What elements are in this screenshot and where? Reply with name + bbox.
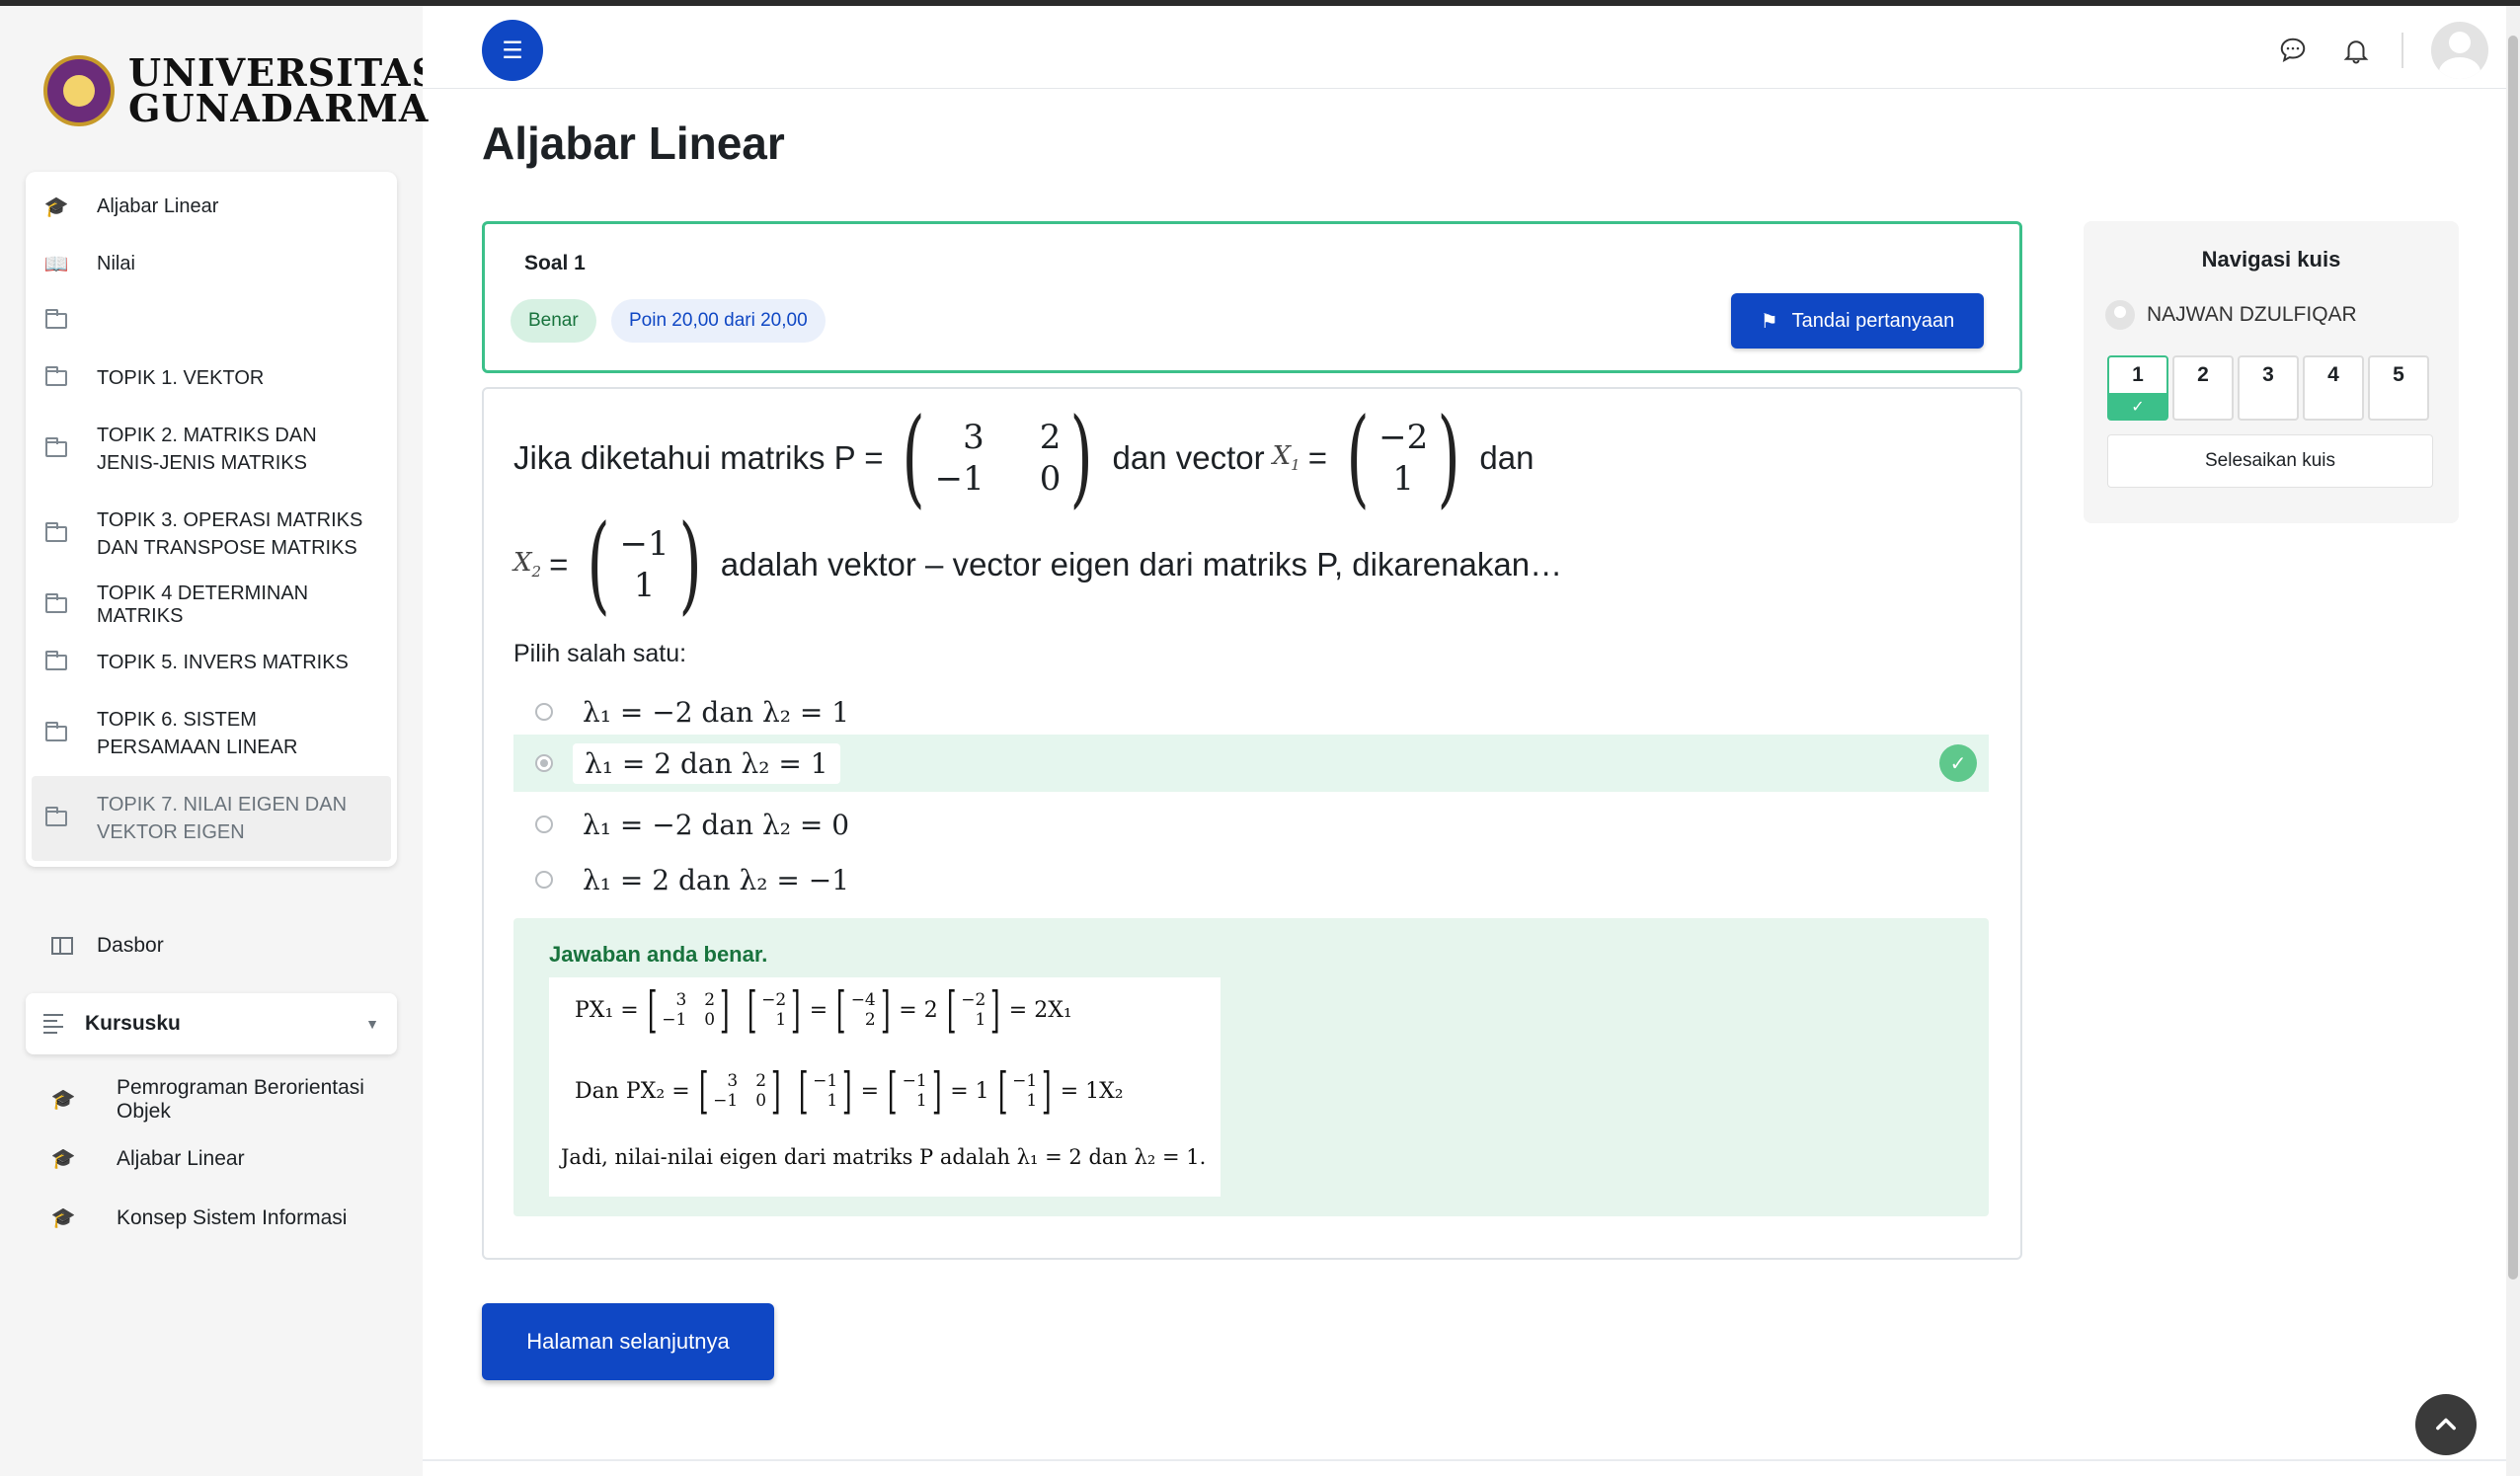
quiz-question-button[interactable]: 2 (2172, 355, 2234, 421)
quiz-user: NAJWAN DZULFIQAR (2105, 300, 2357, 330)
header-divider (2402, 33, 2403, 68)
course-item[interactable]: 🎓 Aljabar Linear (49, 1129, 405, 1189)
kursusku-dropdown[interactable]: Kursusku ▼ (26, 993, 397, 1054)
quiz-question-button[interactable]: 3 (2238, 355, 2299, 421)
nav-item-topik-1[interactable]: TOPIK 1. VEKTOR (26, 350, 397, 407)
menu-collapse-icon: ☰ (502, 37, 523, 64)
nav-item-topik-3[interactable]: TOPIK 3. OPERASI MATRIKS DAN TRANSPOSE M… (26, 492, 397, 577)
course-item[interactable]: 🎓 Pemrograman Berorientasi Objek (49, 1070, 405, 1129)
folder-icon (45, 437, 67, 457)
top-header: ☰ (423, 6, 2506, 89)
matrix-p: ( 32 −1 0 ) (902, 396, 1094, 519)
explanation-row-2: Dan PX₂ = [3 2 −1 0] [−1 1] = [−1 1] = 1 [−1 1… (575, 1062, 1124, 1120)
quiz-navigation: Navigasi kuis NAJWAN DZULFIQAR 1 ✓ 2 3 4 … (2084, 221, 2459, 523)
user-avatar-small (2105, 300, 2135, 330)
folder-icon (45, 807, 67, 826)
course-index: 🎓 Aljabar Linear 📖 Nilai TOPIK 1. VEKTOR… (26, 172, 397, 867)
flag-icon: ⚑ (1760, 310, 1778, 333)
question-info: Soal 1 Benar Poin 20,00 dari 20,00 ⚑ Tan… (482, 221, 2022, 373)
folder-icon (45, 309, 67, 329)
nav-item-general-section[interactable] (26, 292, 397, 350)
answer-prompt: Pilih salah satu: (513, 640, 687, 667)
question-content: Jika diketahui matriks P = ( 32 −1 0 ) da… (482, 387, 2022, 1260)
graduation-cap-icon: 🎓 (43, 195, 69, 218)
next-page-button[interactable]: Halaman selanjutnya (482, 1303, 774, 1380)
radio-button[interactable] (535, 871, 553, 889)
question-number: Soal 1 (524, 252, 586, 274)
messages-button[interactable] (2275, 33, 2311, 68)
folder-icon (45, 722, 67, 741)
course-item[interactable]: 🎓 Konsep Sistem Informasi (49, 1189, 405, 1248)
my-courses-list: 🎓 Pemrograman Berorientasi Objek 🎓 Aljab… (49, 1070, 405, 1248)
nav-item-course-home[interactable]: 🎓 Aljabar Linear (26, 178, 397, 235)
footer-divider (423, 1459, 2506, 1461)
explanation-conclusion: Jadi, nilai-nilai eigen dari matriks P a… (561, 1145, 1207, 1169)
radio-button[interactable] (535, 816, 553, 833)
page-title: Aljabar Linear (482, 117, 785, 169)
radio-button[interactable] (535, 754, 553, 772)
quiz-question-button[interactable]: 4 (2303, 355, 2364, 421)
notifications-button[interactable] (2338, 33, 2374, 68)
folder-icon (45, 366, 67, 386)
graduation-cap-icon: 🎓 (50, 1207, 76, 1229)
logo-text: UNIVERSITAS GUNADARMA (128, 50, 440, 130)
feedback-panel: Jawaban anda benar. PX₁ = [3 2 −1 0] [−2 1] … (513, 918, 1989, 1216)
answer-option-selected[interactable]: λ₁ = 2 dan λ₂ = 1 ✓ (513, 735, 1989, 792)
university-logo[interactable]: UNIVERSITAS GUNADARMA (43, 50, 440, 130)
question-text-line-2: X2 = ( −1 1 ) adalah vektor – vector eig… (513, 503, 1563, 626)
header-actions (2275, 22, 2488, 79)
answer-option[interactable]: λ₁ = −2 dan λ₂ = 0 (513, 796, 1989, 853)
radio-button[interactable] (535, 703, 553, 721)
chevron-down-icon: ▼ (365, 1016, 379, 1032)
finish-quiz-button[interactable]: Selesaikan kuis (2107, 434, 2433, 488)
sidebar: UNIVERSITAS GUNADARMA 🎓 Aljabar Linear 📖… (0, 6, 438, 1476)
chevron-up-icon (2436, 1418, 2456, 1431)
answer-option[interactable]: λ₁ = −2 dan λ₂ = 1 (513, 683, 1989, 740)
quiz-question-button[interactable]: 5 (2368, 355, 2429, 421)
graduation-cap-icon: 🎓 (50, 1148, 76, 1170)
vector-x2: ( −1 1 ) (587, 503, 702, 626)
status-badge: Benar (511, 299, 596, 343)
bell-icon (2343, 40, 2369, 64)
nav-item-topik-4[interactable]: TOPIK 4 DETERMINAN MATRIKS (26, 577, 397, 634)
question-number-buttons: 1 ✓ 2 3 4 5 (2107, 355, 2429, 421)
feedback-title: Jawaban anda benar. (549, 942, 768, 967)
answer-option[interactable]: λ₁ = 2 dan λ₂ = −1 (513, 851, 1989, 908)
university-seal-icon (43, 55, 115, 126)
feedback-explanation: PX₁ = [3 2 −1 0] [−2 1] = [−4 2] = 2 [−2 1] = … (549, 977, 1221, 1197)
user-avatar[interactable] (2431, 22, 2488, 79)
folder-icon (45, 593, 67, 613)
nav-item-topik-7[interactable]: TOPIK 7. NILAI EIGEN DAN VEKTOR EIGEN (32, 776, 391, 861)
explanation-row-1: PX₁ = [3 2 −1 0] [−2 1] = [−4 2] = 2 [−2 1] = … (575, 981, 1072, 1039)
question-text-line-1: Jika diketahui matriks P = ( 32 −1 0 ) da… (513, 396, 1535, 519)
dashboard-icon (51, 937, 73, 955)
quiz-question-button[interactable]: 1 ✓ (2107, 355, 2168, 421)
folder-icon (45, 651, 67, 670)
page-scrollbar[interactable] (2506, 6, 2520, 1476)
vector-x1: ( −2 1 ) (1346, 396, 1460, 519)
nav-item-topik-6[interactable]: TOPIK 6. SISTEM PERSAMAAN LINEAR (26, 691, 397, 776)
x2-symbol: X2 (513, 548, 542, 582)
back-to-top-button[interactable] (2415, 1394, 2477, 1455)
folder-icon (45, 522, 67, 542)
toggle-drawer-button[interactable]: ☰ (482, 20, 543, 81)
sidebar-item-dasbor[interactable]: Dasbor (51, 934, 164, 958)
nav-item-topik-2[interactable]: TOPIK 2. MATRIKS DAN JENIS-JENIS MATRIKS (26, 407, 397, 492)
check-icon: ✓ (2109, 393, 2166, 419)
list-icon (43, 1014, 63, 1034)
points-badge: Poin 20,00 dari 20,00 (611, 299, 826, 343)
nav-item-topik-5[interactable]: TOPIK 5. INVERS MATRIKS (26, 634, 397, 691)
scrollbar-thumb[interactable] (2508, 36, 2518, 1280)
graduation-cap-icon: 🎓 (50, 1089, 76, 1111)
chat-icon (2280, 38, 2306, 62)
quiz-nav-title: Navigasi kuis (2201, 247, 2341, 272)
nav-item-grades[interactable]: 📖 Nilai (26, 235, 397, 292)
book-icon: 📖 (43, 253, 69, 275)
flag-question-button[interactable]: ⚑ Tandai pertanyaan (1731, 293, 1984, 349)
x1-symbol: X1 (1272, 441, 1300, 475)
correct-check-icon: ✓ (1939, 744, 1977, 782)
